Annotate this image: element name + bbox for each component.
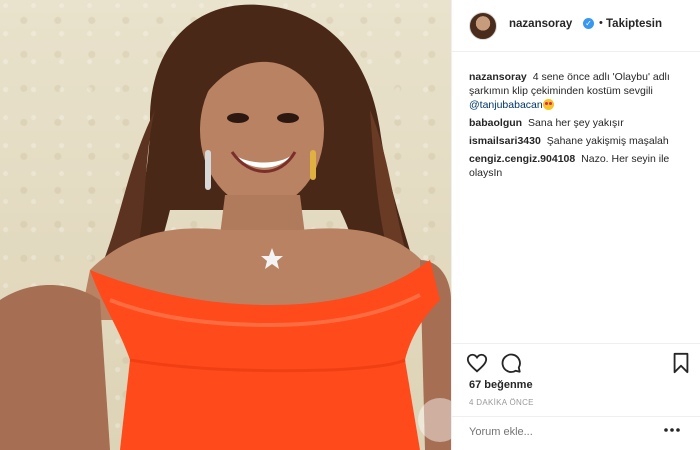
comment-text: Sana her şey yakışır <box>528 117 624 129</box>
comment-bubble-icon[interactable] <box>500 352 522 374</box>
comment-divider <box>452 416 700 417</box>
add-comment-input[interactable] <box>469 426 689 438</box>
comment-text: Şahane yakişmiş maşalah <box>546 135 669 147</box>
post-sidebar: nazansoray ✓ • Takiptesin nazansoray 4 s… <box>452 0 700 450</box>
list-item: cengiz.cengiz.904108 Nazo. Her seyin ile… <box>469 152 691 180</box>
header-username[interactable]: nazansoray <box>509 18 572 30</box>
heart-eyes-emoji-icon <box>542 99 554 110</box>
list-item: ismailsari3430 Şahane yakişmiş maşalah <box>469 134 691 148</box>
caption-mention[interactable]: @tanjubabacan <box>469 99 543 111</box>
comment-username[interactable]: babaolgun <box>469 117 522 129</box>
caption: nazansoray 4 sene önce adlı 'Olaybu' adl… <box>469 70 691 112</box>
comments-list: nazansoray 4 sene önce adlı 'Olaybu' adl… <box>469 70 691 184</box>
caption-username[interactable]: nazansoray <box>469 71 527 83</box>
comment-username[interactable]: cengiz.cengiz.904108 <box>469 153 575 165</box>
comment-username[interactable]: ismailsari3430 <box>469 135 541 147</box>
verified-badge-icon: ✓ <box>583 18 594 29</box>
separator-dot: • <box>599 17 603 29</box>
bookmark-icon[interactable] <box>670 352 692 374</box>
heart-icon[interactable] <box>466 352 488 374</box>
avatar[interactable] <box>469 12 497 40</box>
more-options-icon[interactable] <box>662 420 682 440</box>
post-photo[interactable] <box>0 0 451 450</box>
like-count[interactable]: 67 beğenme <box>469 379 533 391</box>
post-header: nazansoray ✓ • Takiptesin <box>452 0 700 52</box>
photo-illustration <box>0 4 451 450</box>
actions-divider <box>452 343 700 344</box>
list-item: babaolgun Sana her şey yakışır <box>469 116 691 130</box>
post-timestamp: 4 DAKİKA ÖNCE <box>469 398 534 407</box>
follow-status-button[interactable]: Takiptesin <box>606 18 662 30</box>
